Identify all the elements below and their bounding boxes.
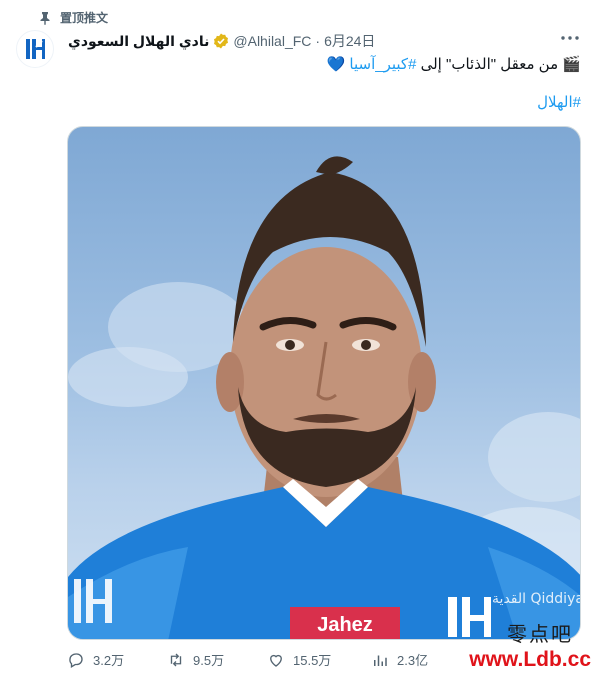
hashtag-link-alhilal[interactable]: #الهلال xyxy=(537,93,581,111)
views-bar-icon xyxy=(374,655,387,666)
more-horizontal-icon[interactable] xyxy=(559,30,581,46)
pinned-text: 置顶推文 xyxy=(60,11,109,25)
reply-icon xyxy=(69,652,83,668)
author-handle[interactable]: @Alhilal_FC xyxy=(233,33,311,49)
alhilal-logo-icon xyxy=(26,39,45,59)
pin-icon xyxy=(38,11,52,25)
watermark-cn-text: 零点吧 xyxy=(507,622,573,646)
avatar[interactable] xyxy=(16,30,54,68)
views-count: 2.3亿 xyxy=(397,653,429,668)
reply-button[interactable]: 3.2万 xyxy=(67,650,167,669)
corner-alhilal-logo-icon xyxy=(74,579,112,623)
verified-badge-icon xyxy=(213,33,229,49)
tweet-media-photo[interactable]: Jahez القدية Qiddiya xyxy=(67,126,581,640)
blue-heart-emoji: 💙 xyxy=(326,55,346,73)
hashtag-link-asia[interactable]: #كبير_آسيا xyxy=(349,56,416,73)
qiddiya-badge: القدية Qiddiya xyxy=(492,591,581,607)
tweet-text-body: من معقل "الذئاب" إلى xyxy=(416,56,559,73)
site-watermark: 零点吧 www.Ldb.cc xyxy=(469,618,591,674)
tweet-header: نادي الهلال السعودي @Alhilal_FC · 6月24日 xyxy=(68,31,375,51)
author-display-name[interactable]: نادي الهلال السعودي xyxy=(68,33,209,50)
tweet-date[interactable]: 6月24日 xyxy=(324,31,375,51)
like-count: 15.5万 xyxy=(293,653,332,668)
like-button[interactable]: 15.5万 xyxy=(267,650,371,669)
separator-dot: · xyxy=(315,33,321,49)
watermark-url-text: www.Ldb.cc xyxy=(469,648,591,671)
clapper-emoji: 🎬 xyxy=(562,55,581,73)
retweet-count: 9.5万 xyxy=(193,653,225,668)
sponsor-text: Jahez xyxy=(317,614,373,636)
retweet-icon xyxy=(170,653,182,666)
reply-count: 3.2万 xyxy=(93,653,125,668)
heart-outline-icon xyxy=(270,654,282,667)
views-button[interactable]: 2.3亿 xyxy=(371,650,471,669)
pinned-label-row: 置顶推文 xyxy=(38,9,108,26)
retweet-button[interactable]: 9.5万 xyxy=(167,650,267,669)
tweet-text: 🎬 من معقل "الذئاب" إلى #كبير_آسيا 💙 xyxy=(81,54,581,75)
